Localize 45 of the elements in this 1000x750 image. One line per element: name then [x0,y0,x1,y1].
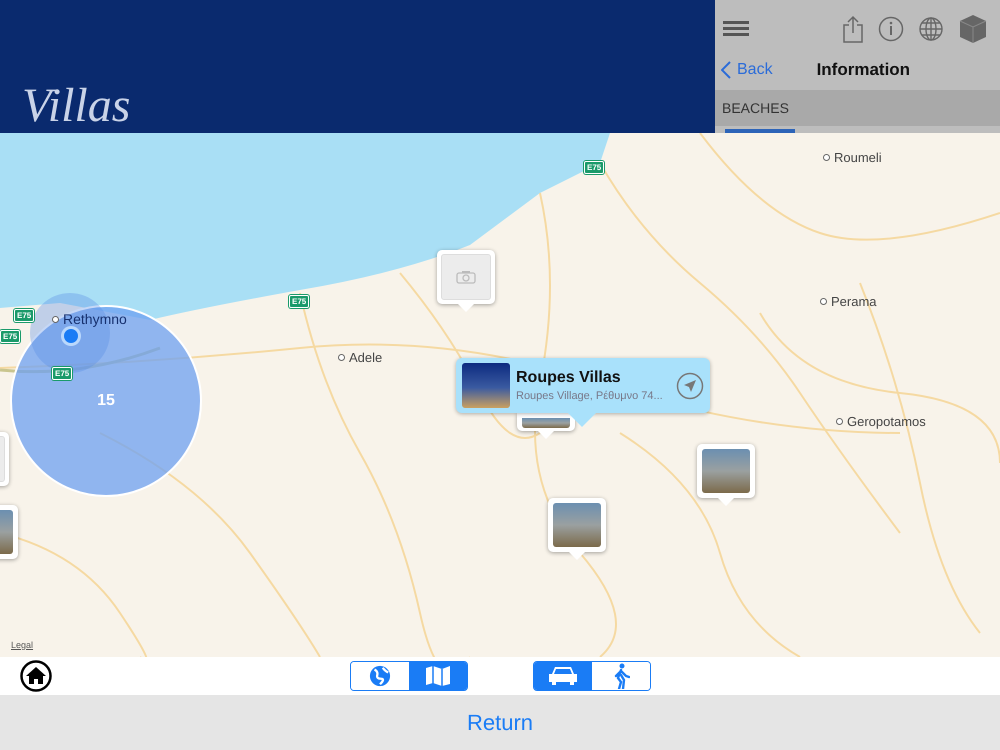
back-chevron-icon [721,61,731,79]
photo-pin[interactable] [548,498,606,562]
place-label: Adele [349,350,382,365]
share-icon[interactable] [842,15,864,43]
cluster-count: 15 [97,392,115,410]
place-dot-icon [52,316,59,322]
menu-icon[interactable] [723,21,749,37]
header-title: Villas [22,80,130,132]
road-shield: E75 [584,161,604,174]
walking-person-icon [612,663,630,689]
place-label: Rethymno [63,311,127,327]
transport-mode-control[interactable] [533,661,651,691]
section-header: BEACHES [715,90,1000,126]
place-dot-icon [823,154,830,161]
info-icon[interactable] [878,16,904,42]
road-shield: E75 [0,330,20,343]
callout-title: Roupes Villas [516,369,622,387]
place-label: Roumeli [834,150,882,165]
photo-pin[interactable] [697,444,755,508]
place-dot-icon [836,418,843,425]
place-dot-icon [820,298,827,305]
road-shield: E75 [14,309,34,322]
road-shield: E75 [289,295,310,308]
folded-map-icon [425,665,451,687]
car-icon [548,666,578,686]
photo-pin[interactable] [517,413,575,441]
place-label: Geropotamos [847,414,926,429]
map-type-control[interactable] [350,661,468,691]
photo-placeholder [725,129,795,133]
place-label: Perama [831,294,877,309]
photo-placeholder [462,363,510,408]
globe-icon [369,665,391,687]
globe-icon[interactable] [918,16,944,42]
cube-icon[interactable] [958,14,988,44]
legal-link[interactable]: Legal [11,640,34,650]
callout-pointer [568,413,596,427]
map-type-tab[interactable] [409,662,467,690]
panel-title: Information [816,60,910,80]
home-icon[interactable] [20,660,52,692]
transport-tab[interactable] [534,662,592,690]
place-dot-icon [338,354,345,361]
camera-icon [456,270,476,284]
road-shield: E75 [52,367,72,380]
directions-icon[interactable] [676,372,704,400]
callout-address: Roupes Village, Ρέθυμνο 74... [516,390,664,402]
